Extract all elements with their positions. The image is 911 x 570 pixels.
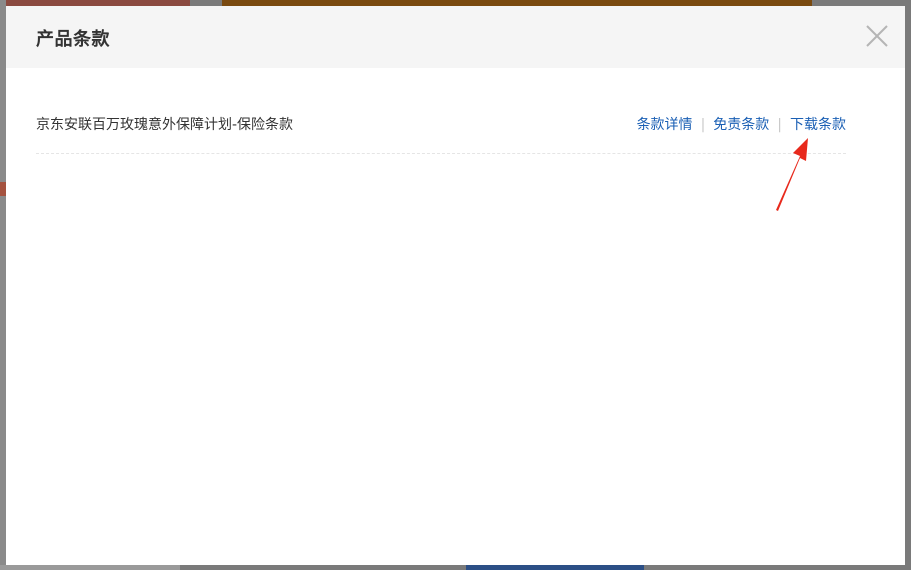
close-icon[interactable] xyxy=(864,23,890,49)
modal-header: 产品条款 xyxy=(6,6,905,68)
terms-row: 京东安联百万玫瑰意外保障计划-保险条款 条款详情 | 免责条款 | 下载条款 xyxy=(36,106,846,154)
background-bottom-left xyxy=(0,565,180,570)
link-separator: | xyxy=(700,117,706,133)
background-bottom-button xyxy=(466,565,644,570)
link-separator: | xyxy=(777,117,782,133)
terms-details-link[interactable]: 条款详情 xyxy=(637,117,693,133)
product-terms-modal: 产品条款 京东安联百万玫瑰意外保障计划-保险条款 条款详情 | 免责条款 | 下载条款 xyxy=(6,6,905,565)
exemption-terms-link[interactable]: 免责条款 xyxy=(713,117,769,133)
product-name: 京东安联百万玫瑰意外保障计划-保险条款 xyxy=(36,117,294,133)
terms-links: 条款详情 | 免责条款 | 下载条款 xyxy=(637,114,846,134)
download-terms-link[interactable]: 下载条款 xyxy=(790,117,846,133)
modal-title: 产品条款 xyxy=(36,29,110,50)
red-arrow-annotation-icon xyxy=(776,138,808,211)
